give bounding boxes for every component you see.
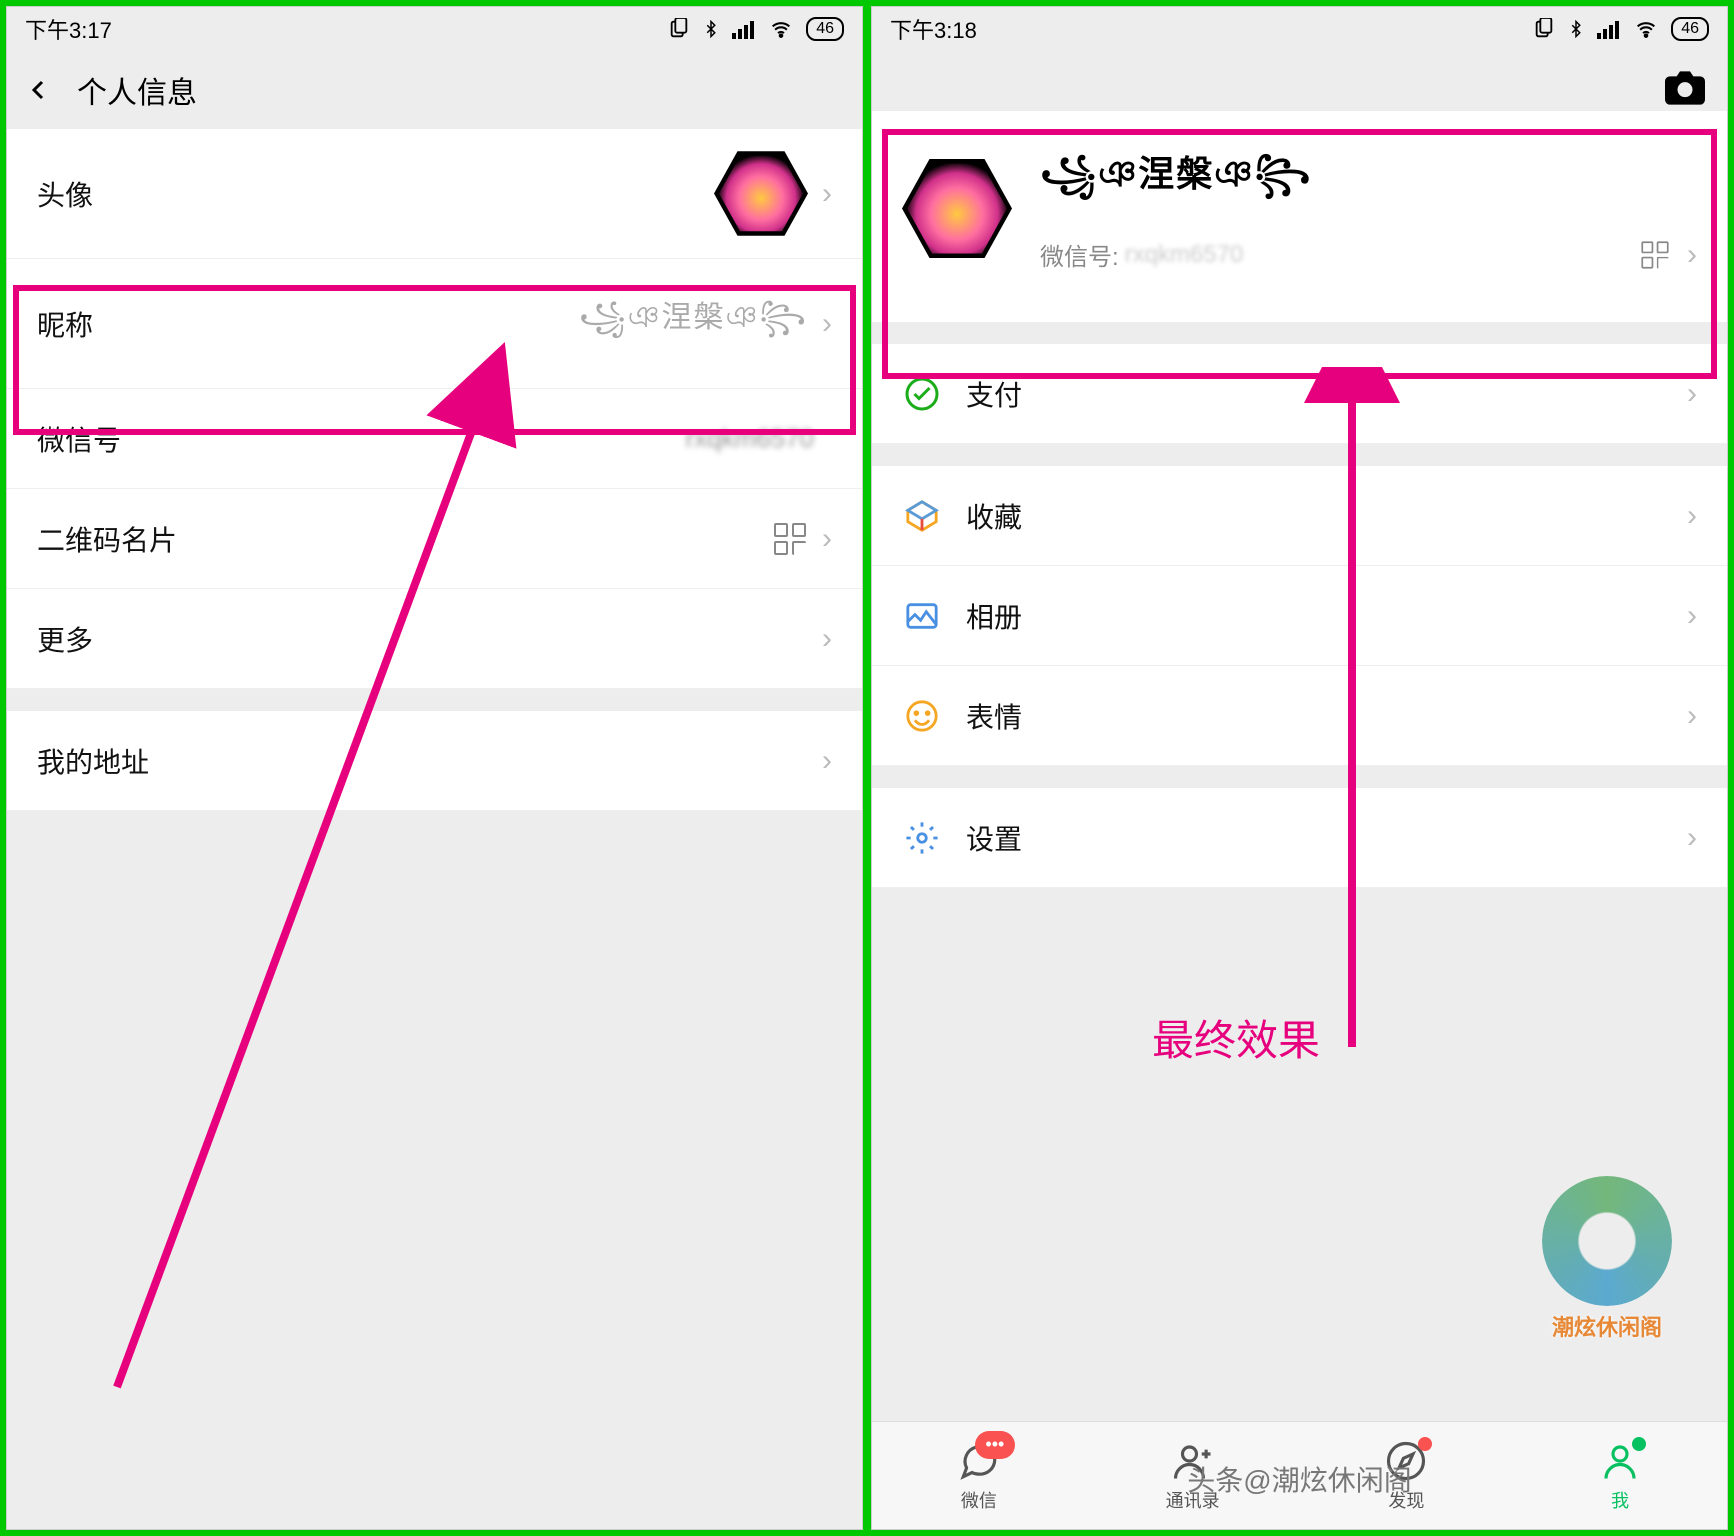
notification-dot (1418, 1437, 1432, 1451)
chevron-right-icon: › (1687, 699, 1697, 733)
row-label: 我的地址 (37, 741, 149, 781)
battery-indicator: 46 (1671, 17, 1709, 41)
status-bar: 下午3:17 46 (7, 7, 862, 51)
nav-bar: 个人信息 (7, 51, 862, 129)
row-label: 收藏 (966, 496, 1022, 536)
row-label: 相册 (966, 596, 1022, 636)
tab-label: 我 (1611, 1487, 1629, 1513)
annotation-label: 最终效果 (1152, 1007, 1320, 1068)
row-label: 更多 (37, 619, 93, 659)
watermark-text: 潮炫休闲阁 (1552, 1310, 1662, 1342)
avatar (902, 154, 1012, 264)
chevron-right-icon: › (822, 522, 832, 556)
watermark-logo: 潮炫休闲阁 (1517, 1169, 1697, 1349)
right-phone-screenshot: 下午3:18 46 ꧁ঞ涅槃ঞ꧂ 微信号: rxqkm6570 › 支 (871, 6, 1728, 1530)
pay-icon (902, 374, 942, 414)
status-time: 下午3:17 (25, 13, 112, 45)
stickers-icon (902, 696, 942, 736)
settings-icon (902, 818, 942, 858)
chevron-right-icon: › (1687, 599, 1697, 633)
left-phone-screenshot: 下午3:17 46 个人信息 头像 › 昵称 ꧁ঞ涅槃ঞ꧂ › 微信号 rx (6, 6, 863, 1530)
dual-sim-icon (668, 18, 690, 40)
row-settings[interactable]: 设置 › (872, 788, 1727, 888)
me-icon (1598, 1439, 1642, 1483)
chevron-right-icon: › (1687, 377, 1697, 411)
row-stickers[interactable]: 表情 › (872, 666, 1727, 766)
battery-indicator: 46 (806, 17, 844, 41)
wechat-id-label: 微信号: (1040, 237, 1119, 272)
avatar-thumbnail (714, 147, 808, 241)
chevron-right-icon: › (822, 307, 832, 341)
chevron-right-icon: › (1687, 821, 1697, 855)
chevron-right-icon: › (822, 622, 832, 656)
wifi-icon (768, 19, 794, 39)
tab-me[interactable]: 我 (1513, 1422, 1727, 1529)
row-label: 头像 (37, 174, 93, 214)
row-label: 设置 (966, 818, 1022, 858)
favorites-icon (902, 496, 942, 536)
page-title: 个人信息 (77, 68, 197, 112)
row-qrcode[interactable]: 二维码名片 › (7, 489, 862, 589)
nickname-value: ꧁ঞ涅槃ঞ꧂ (579, 292, 808, 355)
status-time: 下午3:18 (890, 13, 977, 45)
chat-icon: ••• (957, 1439, 1001, 1483)
row-wechat-id[interactable]: 微信号 rxqkm6570 (7, 389, 862, 489)
row-avatar[interactable]: 头像 › (7, 129, 862, 259)
profile-nickname: ꧁ঞ涅槃ঞ꧂ (1040, 145, 1697, 219)
row-favorites[interactable]: 收藏 › (872, 466, 1727, 566)
chevron-right-icon: › (822, 744, 832, 778)
dual-sim-icon (1533, 18, 1555, 40)
row-label: 微信号 (37, 419, 121, 459)
tab-label: 微信 (961, 1487, 997, 1513)
chevron-right-icon: › (1687, 499, 1697, 533)
wechat-id-value: rxqkm6570 (1125, 241, 1244, 269)
row-label: 支付 (966, 374, 1022, 414)
chevron-right-icon: › (1687, 238, 1697, 272)
bluetooth-icon (1567, 18, 1585, 40)
wechat-id-value: rxqkm6570 (685, 423, 814, 454)
credit-text: 头条@潮炫休闲阁 (1187, 1459, 1411, 1499)
row-address[interactable]: 我的地址 › (7, 711, 862, 811)
tab-chats[interactable]: ••• 微信 (872, 1422, 1086, 1529)
row-label: 昵称 (37, 304, 93, 344)
chevron-right-icon: › (822, 177, 832, 211)
profile-card[interactable]: ꧁ঞ涅槃ঞ꧂ 微信号: rxqkm6570 › (872, 111, 1727, 322)
status-bar: 下午3:18 46 (872, 7, 1727, 51)
row-label: 表情 (966, 696, 1022, 736)
unread-badge: ••• (975, 1431, 1015, 1459)
signal-icon (732, 19, 756, 39)
row-nickname[interactable]: 昵称 ꧁ঞ涅槃ঞ꧂ › (7, 259, 862, 389)
back-icon[interactable] (27, 78, 51, 102)
qr-icon (774, 523, 806, 555)
row-album[interactable]: 相册 › (872, 566, 1727, 666)
signal-icon (1597, 19, 1621, 39)
album-icon (902, 596, 942, 636)
camera-icon[interactable] (1665, 71, 1705, 105)
qr-icon (1641, 241, 1668, 268)
notification-dot (1632, 1437, 1646, 1451)
row-pay[interactable]: 支付 › (872, 344, 1727, 444)
row-label: 二维码名片 (37, 519, 177, 559)
bluetooth-icon (702, 18, 720, 40)
wifi-icon (1633, 19, 1659, 39)
row-more[interactable]: 更多 › (7, 589, 862, 689)
